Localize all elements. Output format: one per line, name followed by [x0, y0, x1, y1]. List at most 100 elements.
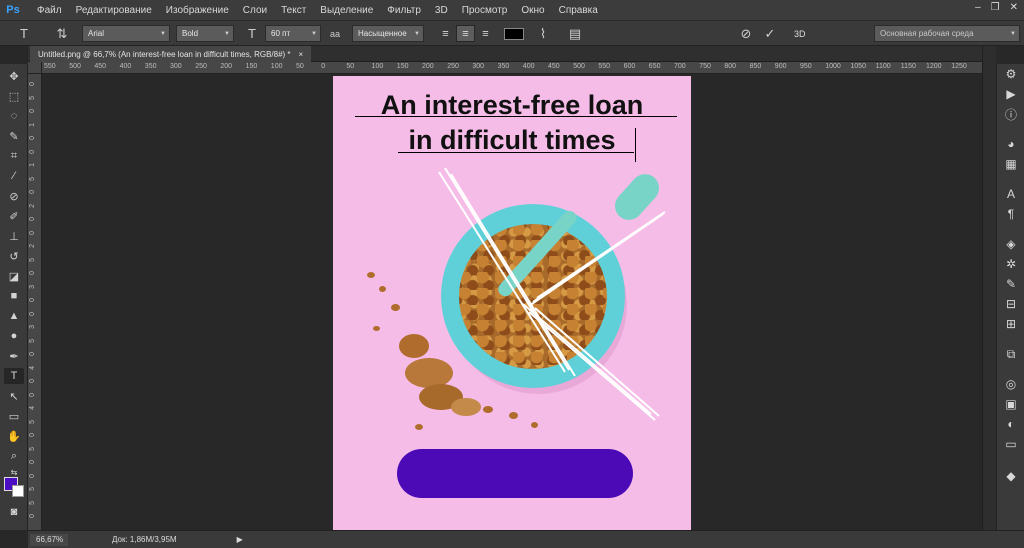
info-panel-icon[interactable]: ⓘ: [1001, 106, 1021, 122]
swatches-panel-icon[interactable]: ▦: [1001, 156, 1021, 172]
brush-tool-icon[interactable]: ✐: [4, 208, 24, 224]
marquee-tool-icon[interactable]: ⬚: [4, 88, 24, 104]
ruler-tick-label: 1150: [900, 63, 916, 70]
workspace-select[interactable]: Основная рабочая среда ▼: [874, 25, 1020, 42]
panel-dock-collapsed[interactable]: [982, 46, 996, 530]
lasso-tool-icon[interactable]: ◌: [4, 108, 24, 124]
commit-edit-icon[interactable]: ✓: [762, 25, 778, 42]
timeline-panel-icon[interactable]: ▭: [1001, 436, 1021, 452]
ruler-tick-label: 4: [29, 406, 36, 410]
hand-tool-icon[interactable]: ✋: [4, 428, 24, 444]
eraser-tool-icon[interactable]: ◪: [4, 268, 24, 284]
history-panel-icon[interactable]: ⚙: [1001, 66, 1021, 82]
ruler-tick-label: 0: [29, 433, 36, 437]
warp-text-icon[interactable]: ⌇: [534, 25, 552, 42]
menu-window[interactable]: Окно: [514, 5, 551, 16]
clone-source-icon[interactable]: ⧉: [1001, 346, 1021, 362]
brush-presets-icon[interactable]: ⊟: [1001, 296, 1021, 312]
menu-help[interactable]: Справка: [552, 5, 605, 16]
ruler-tick-label: 50: [346, 63, 355, 70]
path-select-tool-icon[interactable]: ↖: [4, 388, 24, 404]
move-tool-icon[interactable]: ✥: [4, 68, 24, 84]
quick-select-tool-icon[interactable]: ✎: [4, 128, 24, 144]
ruler-tick-label: 350: [144, 63, 157, 70]
healing-brush-tool-icon[interactable]: ⊘: [4, 188, 24, 204]
color-panel-icon[interactable]: ◕: [1001, 136, 1021, 152]
menu-layers[interactable]: Слои: [236, 5, 274, 16]
history-brush-tool-icon[interactable]: ↺: [4, 248, 24, 264]
zoom-tool-icon[interactable]: ⌕: [4, 448, 24, 464]
quick-mask-icon[interactable]: ◙: [4, 504, 24, 520]
ruler-tick-label: 550: [598, 63, 611, 70]
ruler-tick-label: 0: [29, 311, 36, 316]
paragraph-panel-icon[interactable]: ¶: [1001, 206, 1021, 222]
status-menu-arrow-icon[interactable]: ▶: [237, 535, 243, 544]
pen-tool-icon[interactable]: ✒: [4, 348, 24, 364]
ruler-tick-label: 0: [29, 230, 36, 235]
eyedropper-tool-icon[interactable]: ⁄: [4, 168, 24, 184]
ruler-tick-label: 5: [29, 257, 36, 262]
zoom-level-field[interactable]: 66,67%: [30, 533, 68, 546]
ruler-tick-label: 3: [29, 325, 36, 329]
crop-tool-icon[interactable]: ⌗: [4, 148, 24, 164]
ruler-tick-label: 0: [29, 217, 36, 221]
brush-panel-icon[interactable]: ✎: [1001, 276, 1021, 292]
layers-panel-icon[interactable]: ◆: [1001, 468, 1021, 484]
text-color-swatch[interactable]: [504, 28, 524, 40]
adjustments-panel-icon[interactable]: ◈: [1001, 236, 1021, 252]
character-panel-icon[interactable]: A: [1001, 186, 1021, 202]
3d-button[interactable]: 3D: [794, 25, 812, 42]
ruler-tick-label: 50: [296, 63, 304, 70]
minimize-button[interactable]: –: [975, 2, 981, 13]
close-tab-icon[interactable]: ×: [299, 50, 304, 59]
background-color-swatch[interactable]: [12, 485, 24, 497]
type-tool-icon[interactable]: T: [4, 368, 24, 384]
menu-edit[interactable]: Редактирование: [69, 5, 159, 16]
font-family-select[interactable]: Arial ▼: [82, 25, 170, 42]
blur-tool-icon[interactable]: ▲: [4, 308, 24, 324]
menu-file[interactable]: Файл: [30, 5, 69, 16]
clone-stamp-tool-icon[interactable]: ⊥: [4, 228, 24, 244]
restore-button[interactable]: ❐: [991, 2, 1000, 13]
cta-button-shape[interactable]: [397, 449, 633, 498]
menu-select[interactable]: Выделение: [313, 5, 380, 16]
ruler-tick-label: 450: [548, 63, 560, 70]
font-style-select[interactable]: Bold ▼: [176, 25, 234, 42]
toggle-orientation-icon[interactable]: ⇅: [52, 25, 72, 42]
document-tab[interactable]: Untitled.png @ 66,7% (An interest-free l…: [30, 46, 312, 62]
menu-3d[interactable]: 3D: [428, 5, 455, 16]
spilled-cereal: [379, 286, 386, 292]
ruler-tick-label: 0: [29, 82, 36, 86]
window-controls: – ❐ ✕: [975, 2, 1018, 13]
type-tool-preset-icon[interactable]: T: [14, 25, 34, 42]
tool-presets-icon[interactable]: ⊞: [1001, 316, 1021, 332]
photoshop-logo: Ps: [6, 4, 20, 16]
navigator-panel-icon[interactable]: ◐: [1001, 416, 1021, 432]
menu-image[interactable]: Изображение: [159, 5, 236, 16]
align-right-button[interactable]: ≡: [476, 25, 495, 42]
ruler-tick-label: 200: [220, 63, 233, 70]
paths-panel-icon[interactable]: ▣: [1001, 396, 1021, 412]
font-size-select[interactable]: 60 пт ▼: [265, 25, 321, 42]
menu-filter[interactable]: Фильтр: [380, 5, 428, 16]
character-panel-icon[interactable]: ▤: [566, 25, 584, 42]
properties-panel-icon[interactable]: ▶: [1001, 86, 1021, 102]
menu-type[interactable]: Текст: [274, 5, 313, 16]
dodge-tool-icon[interactable]: ●: [4, 328, 24, 344]
ruler-tick-label: 5: [29, 95, 36, 100]
styles-panel-icon[interactable]: ✲: [1001, 256, 1021, 272]
menu-view[interactable]: Просмотр: [455, 5, 515, 16]
align-left-button[interactable]: ≡: [436, 25, 455, 42]
close-button[interactable]: ✕: [1010, 2, 1018, 13]
align-center-button[interactable]: ≡: [456, 25, 475, 42]
cancel-edit-icon[interactable]: ⊘: [738, 25, 754, 42]
ruler-tick-label: 750: [699, 63, 711, 70]
antialias-select[interactable]: Насыщенное ▼: [352, 25, 424, 42]
channels-panel-icon[interactable]: ◎: [1001, 376, 1021, 392]
document-canvas[interactable]: An interest-free loan in difficult times: [333, 76, 691, 530]
canvas-workspace[interactable]: An interest-free loan in difficult times: [42, 74, 996, 530]
status-bar: 66,67% Док: 1,86M/3,95M ▶: [28, 530, 1024, 548]
shape-tool-icon[interactable]: ▭: [4, 408, 24, 424]
ruler-tick-label: 2: [29, 203, 36, 208]
gradient-tool-icon[interactable]: ■: [4, 288, 24, 304]
